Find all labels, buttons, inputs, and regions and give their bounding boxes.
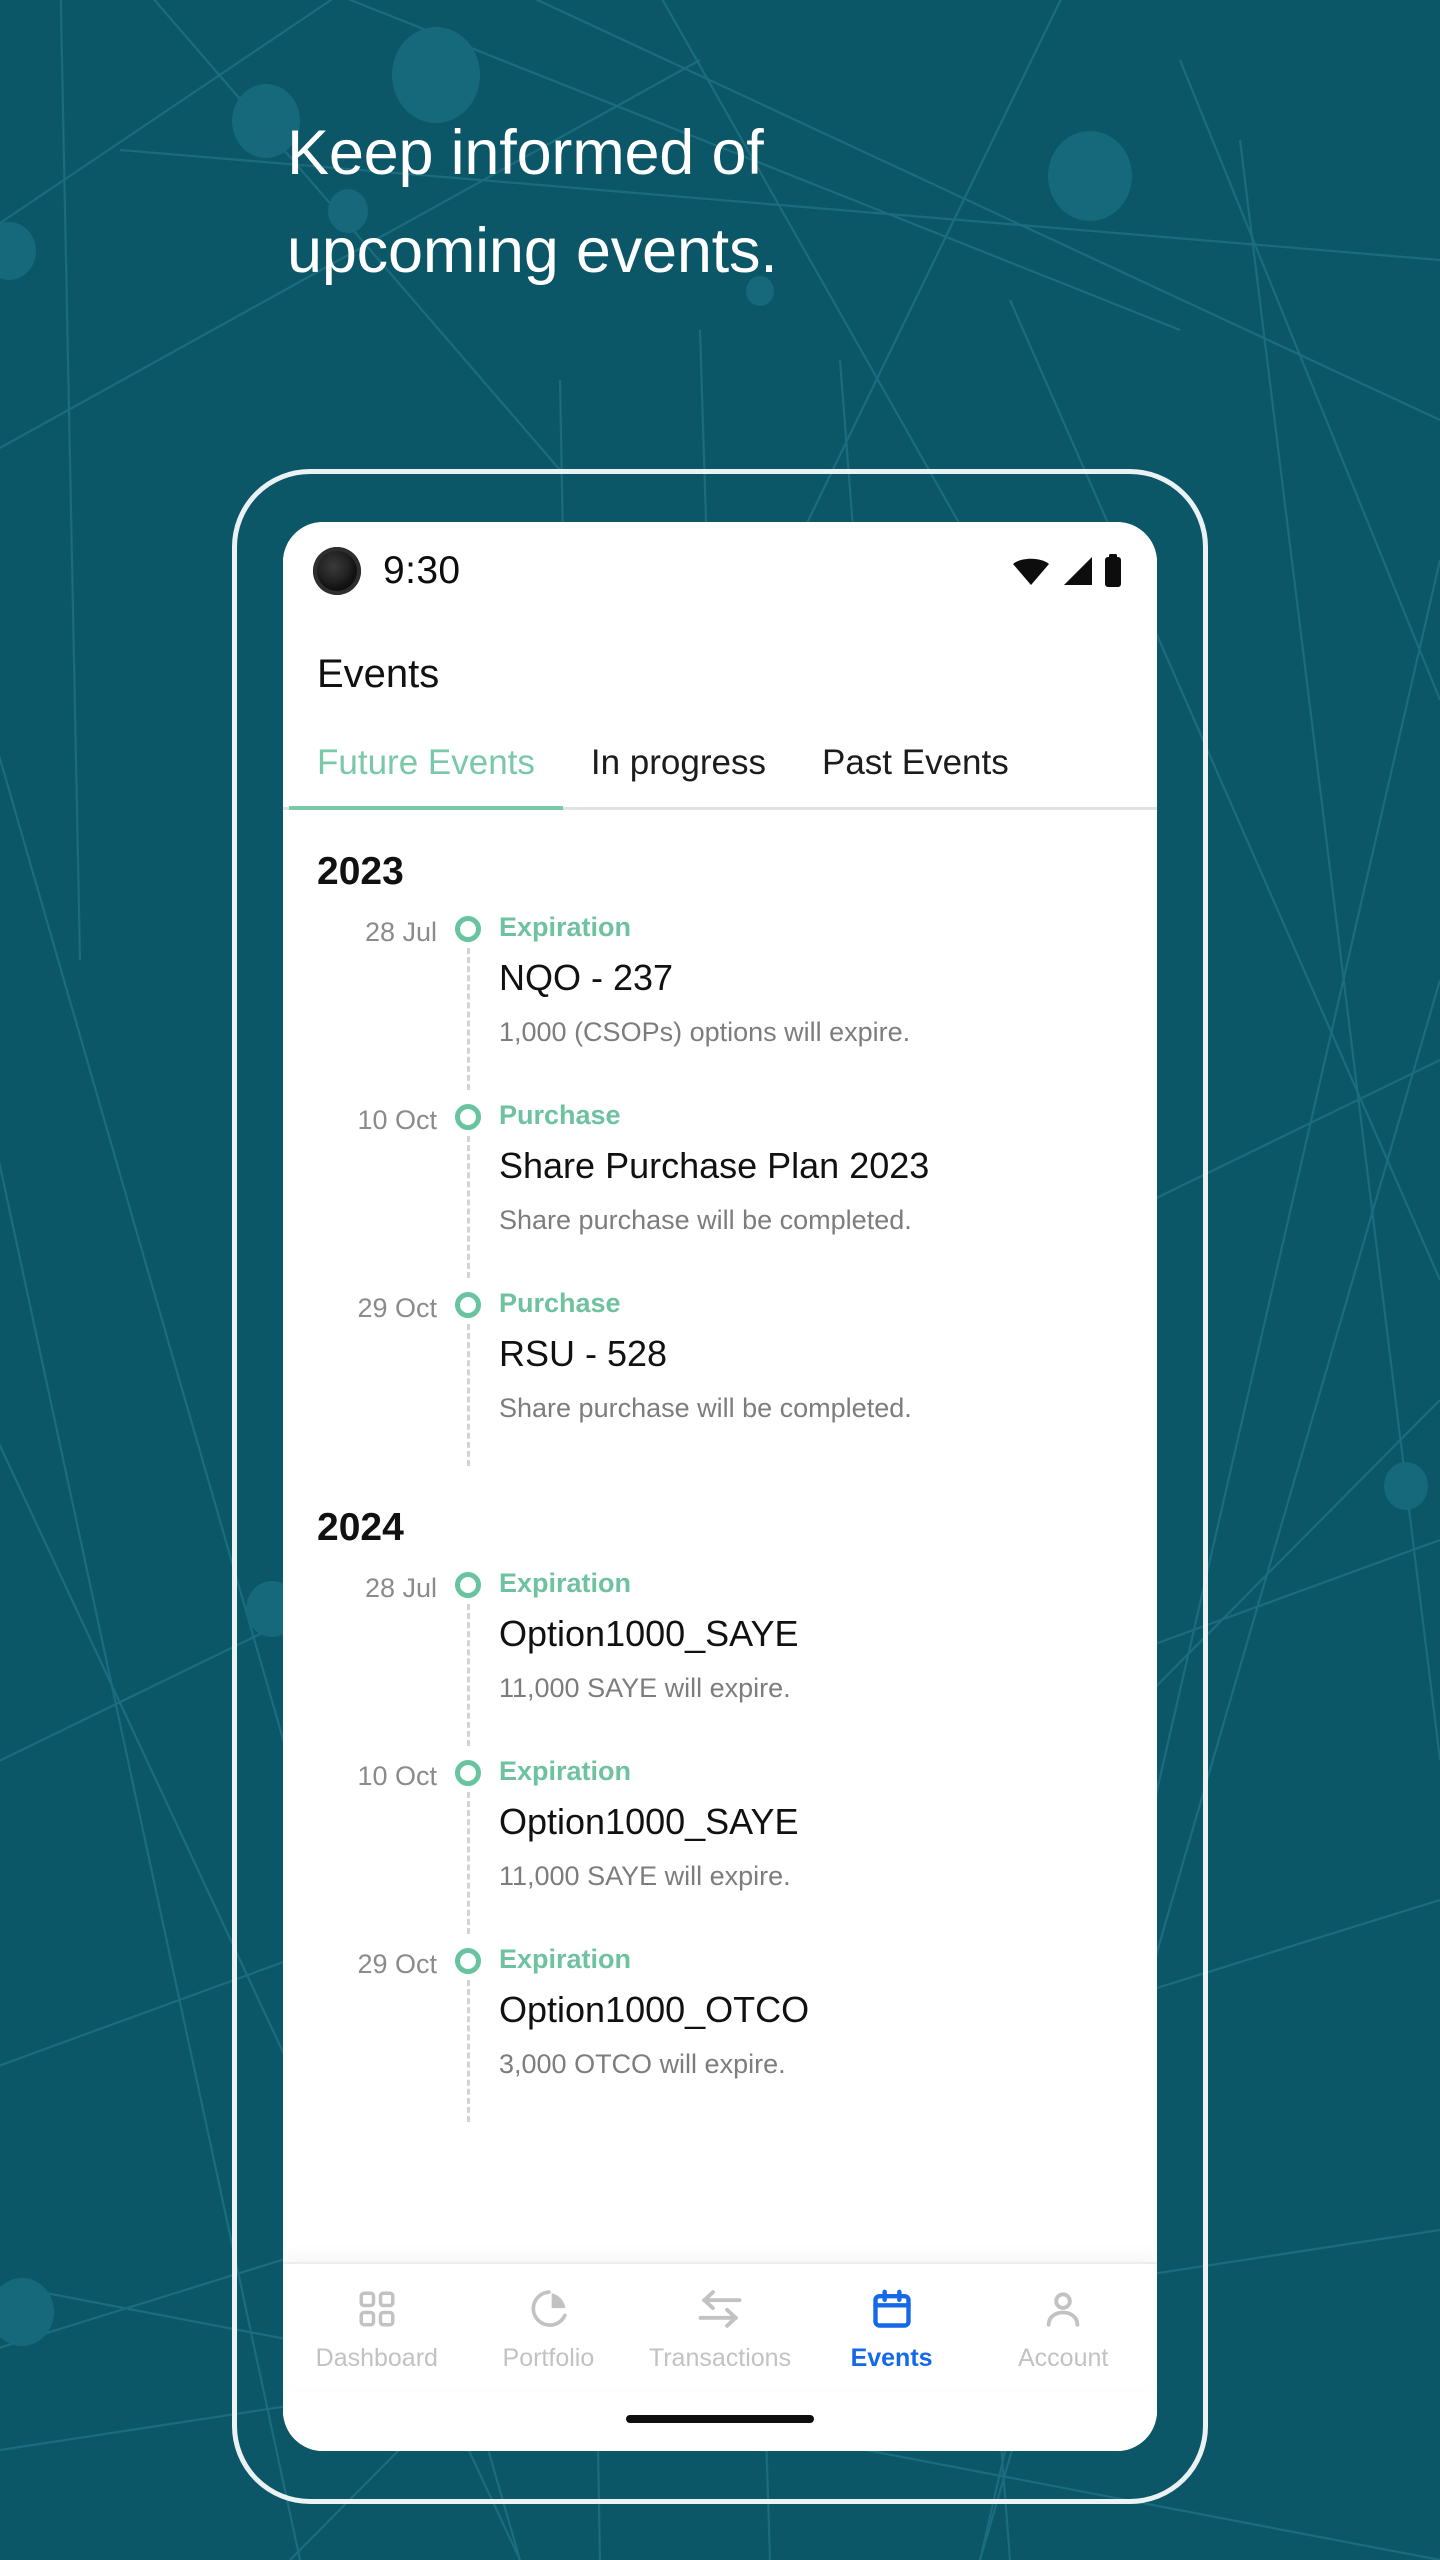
- event-description: 11,000 SAYE will expire.: [499, 1861, 791, 1891]
- phone-device-frame: 9:30 Events Future Events In progress Pa…: [232, 469, 1208, 2504]
- event-description: Share purchase will be completed.: [499, 1205, 912, 1235]
- nav-item-label: Dashboard: [315, 2344, 438, 2372]
- event-body: Expiration NQO - 237 1,000 (CSOPs) options…: [499, 902, 1123, 1090]
- event-status-ring-icon: [455, 1760, 481, 1786]
- timeline-year-header: 2024: [317, 1506, 404, 1549]
- event-marker-column: [437, 1558, 499, 1746]
- pie-chart-icon: [526, 2286, 570, 2332]
- wifi-icon: [1011, 555, 1051, 587]
- event-category-label: Expiration: [499, 1568, 632, 1598]
- event-status-ring-icon: [455, 1292, 481, 1318]
- event-title: Share Purchase Plan 2023: [499, 1145, 930, 1186]
- events-tab-bar: Future Events In progress Past Events: [283, 723, 1157, 810]
- event-date: 28 Jul: [364, 917, 437, 947]
- timeline-connector-line: [466, 1324, 470, 1466]
- event-title: RSU - 528: [499, 1333, 668, 1374]
- timeline-event-row[interactable]: 10 Oct Purchase Share Purchase Plan 2023 Sh…: [317, 1090, 1123, 1278]
- nav-item-label: Account: [1018, 2344, 1109, 2372]
- event-category-label: Purchase: [499, 1100, 621, 1130]
- tab-in-progress[interactable]: In progress: [587, 723, 770, 807]
- events-timeline-list[interactable]: 2023 28 Jul Expiration NQO - 237 1,000 (CSOP…: [283, 810, 1157, 2262]
- home-indicator-area: [283, 2387, 1157, 2451]
- nav-item-events[interactable]: Events: [806, 2286, 978, 2373]
- event-category-label: Purchase: [499, 1288, 621, 1318]
- nav-item-portfolio[interactable]: Portfolio: [463, 2286, 635, 2373]
- event-body: Expiration Option1000_OTCO 3,000 OTCO will…: [499, 1934, 1123, 2122]
- grid-icon: [356, 2286, 398, 2332]
- event-title: NQO - 237: [499, 957, 674, 998]
- event-description: 1,000 (CSOPs) options will expire.: [499, 1017, 911, 1047]
- page-title: Events: [317, 652, 440, 696]
- timeline-connector-line: [466, 948, 470, 1090]
- home-indicator[interactable]: [626, 2415, 814, 2423]
- status-bar-time: 9:30: [383, 549, 461, 592]
- timeline-event-row[interactable]: 28 Jul Expiration NQO - 237 1,000 (CSOPs) o…: [317, 902, 1123, 1090]
- tab-past-events[interactable]: Past Events: [818, 723, 1013, 807]
- event-category-label: Expiration: [499, 1944, 632, 1974]
- event-date: 10 Oct: [357, 1105, 437, 1135]
- event-date: 29 Oct: [357, 1949, 437, 1979]
- event-title: Option1000_OTCO: [499, 1989, 810, 2030]
- event-date: 10 Oct: [357, 1761, 437, 1791]
- timeline-event-row[interactable]: 28 Jul Expiration Option1000_SAYE 11,000 SA…: [317, 1558, 1123, 1746]
- timeline-event-row[interactable]: 10 Oct Expiration Option1000_SAYE 11,000 SA…: [317, 1746, 1123, 1934]
- timeline-connector-line: [466, 1792, 470, 1934]
- timeline-connector-line: [466, 1136, 470, 1278]
- hero-heading: Keep informed of upcoming events.: [287, 104, 1187, 300]
- event-body: Purchase Share Purchase Plan 2023 Share pu…: [499, 1090, 1123, 1278]
- event-marker-column: [437, 1934, 499, 2122]
- event-description: Share purchase will be completed.: [499, 1393, 912, 1423]
- event-status-ring-icon: [455, 1948, 481, 1974]
- hero-heading-line-1: Keep informed of: [287, 118, 764, 188]
- transfer-arrows-icon: [697, 2286, 743, 2332]
- status-bar: 9:30: [283, 522, 1157, 620]
- nav-item-transactions[interactable]: Transactions: [634, 2286, 806, 2373]
- timeline-year-header: 2023: [317, 850, 404, 893]
- nav-item-label: Events: [850, 2344, 933, 2372]
- bottom-navigation-bar: Dashboard Portfolio Transactions Events Acco…: [283, 2262, 1157, 2387]
- event-title: Option1000_SAYE: [499, 1613, 799, 1654]
- event-description: 11,000 SAYE will expire.: [499, 1673, 791, 1703]
- event-body: Expiration Option1000_SAYE 11,000 SAYE wil…: [499, 1558, 1123, 1746]
- event-status-ring-icon: [455, 1104, 481, 1130]
- event-title: Option1000_SAYE: [499, 1801, 799, 1842]
- event-category-label: Expiration: [499, 912, 632, 942]
- event-date: 28 Jul: [364, 1573, 437, 1603]
- timeline-event-row[interactable]: 29 Oct Expiration Option1000_OTCO 3,000 OTC…: [317, 1934, 1123, 2122]
- event-marker-column: [437, 1278, 499, 1466]
- event-marker-column: [437, 902, 499, 1090]
- timeline-connector-line: [466, 1604, 470, 1746]
- timeline-event-row[interactable]: 29 Oct Purchase RSU - 528 Share purchase wi…: [317, 1278, 1123, 1466]
- hero-heading-line-2: upcoming events.: [287, 216, 778, 286]
- front-camera-punch-hole: [313, 547, 361, 595]
- event-status-ring-icon: [455, 916, 481, 942]
- cellular-signal-icon: [1060, 555, 1094, 587]
- tab-future-events[interactable]: Future Events: [289, 723, 563, 810]
- event-date: 29 Oct: [357, 1293, 437, 1323]
- nav-item-label: Portfolio: [502, 2344, 595, 2372]
- nav-item-account[interactable]: Account: [977, 2286, 1149, 2373]
- event-description: 3,000 OTCO will expire.: [499, 2049, 786, 2079]
- event-category-label: Expiration: [499, 1756, 632, 1786]
- nav-item-dashboard[interactable]: Dashboard: [291, 2286, 463, 2373]
- nav-item-label: Transactions: [648, 2344, 792, 2372]
- timeline-connector-line: [466, 1980, 470, 2122]
- app-header: Events: [283, 620, 1157, 723]
- event-marker-column: [437, 1090, 499, 1278]
- calendar-icon: [870, 2286, 914, 2332]
- event-status-ring-icon: [455, 1572, 481, 1598]
- status-bar-icons: [1011, 554, 1123, 588]
- person-icon: [1042, 2286, 1084, 2332]
- event-marker-column: [437, 1746, 499, 1934]
- event-body: Purchase RSU - 528 Share purchase will be …: [499, 1278, 1123, 1466]
- phone-screen: 9:30 Events Future Events In progress Pa…: [283, 522, 1157, 2451]
- event-body: Expiration Option1000_SAYE 11,000 SAYE wil…: [499, 1746, 1123, 1934]
- battery-icon: [1103, 554, 1123, 588]
